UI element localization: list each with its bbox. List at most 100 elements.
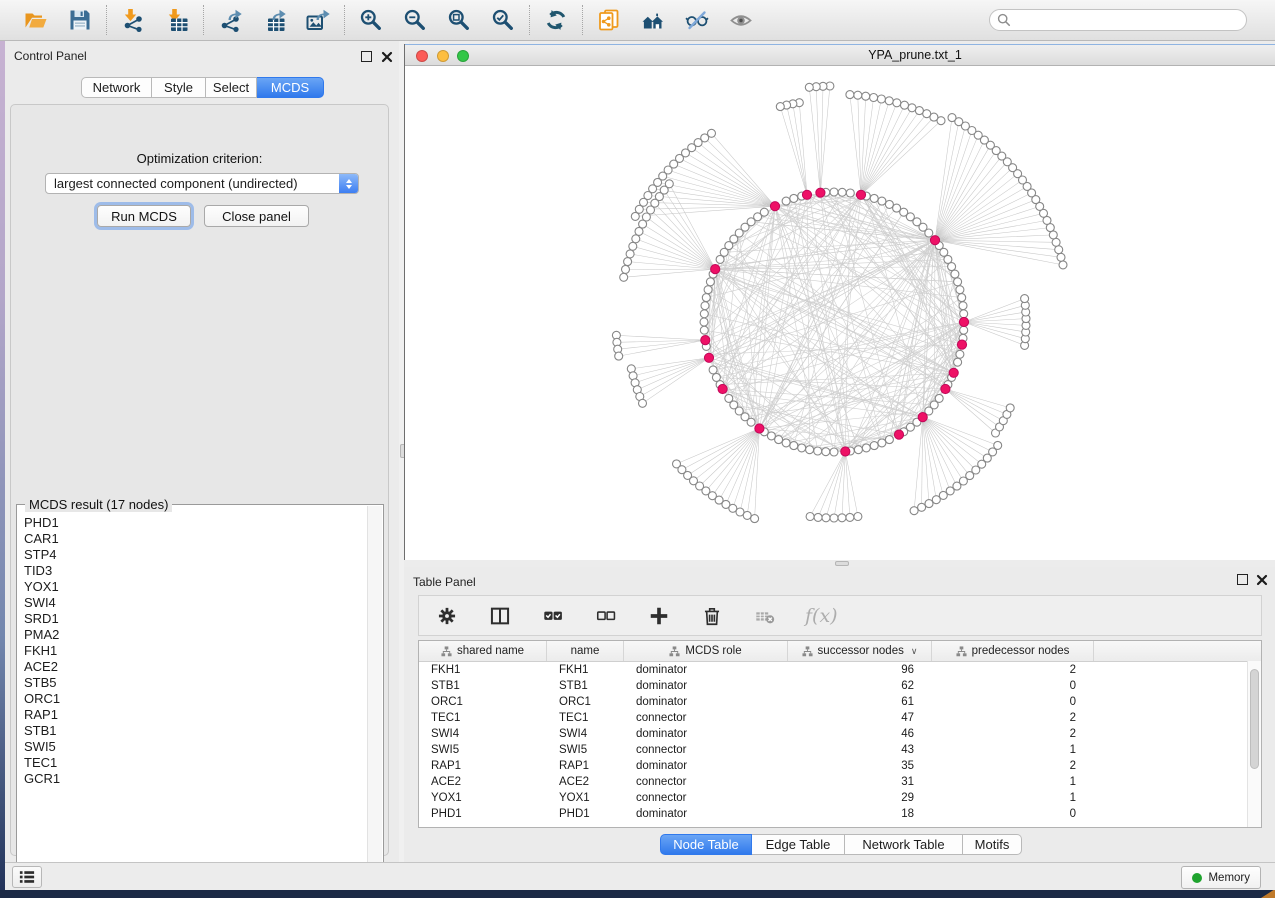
delete-table-button[interactable] (752, 603, 778, 629)
zoom-out-button[interactable] (402, 7, 428, 33)
horizontal-splitter-handle[interactable] (835, 561, 849, 566)
table-row[interactable]: RAP1RAP1dominator352 (419, 758, 1261, 774)
mcds-result-item[interactable]: STP4 (24, 547, 367, 563)
table-row[interactable]: TEC1TEC1connector472 (419, 710, 1261, 726)
mcds-result-item[interactable]: SRD1 (24, 611, 367, 627)
mcds-result-item[interactable]: TEC1 (24, 755, 367, 771)
mcds-result-item[interactable]: YOX1 (24, 579, 367, 595)
first-neighbors-button[interactable] (640, 7, 666, 33)
tab-style[interactable]: Style (152, 77, 206, 98)
cell-MCDS-role: dominator (624, 696, 788, 708)
float-panel-icon[interactable] (361, 51, 372, 62)
mcds-result-item[interactable]: ORC1 (24, 691, 367, 707)
tab-edge-table[interactable]: Edge Table (752, 834, 845, 855)
split-view-button[interactable] (487, 603, 513, 629)
mcds-result-item[interactable]: SWI5 (24, 739, 367, 755)
zoom-fit-button[interactable] (446, 7, 472, 33)
add-column-icon (648, 605, 670, 627)
table-scrollbar[interactable] (1247, 661, 1261, 827)
delete-column-button[interactable] (699, 603, 725, 629)
table-row[interactable]: SWI4SWI4dominator462 (419, 726, 1261, 742)
table-row[interactable]: ACE2ACE2connector311 (419, 774, 1261, 790)
control-panel-header: Control Panel (5, 41, 399, 71)
function-builder-button[interactable]: f(x) (805, 605, 838, 627)
save-icon (68, 8, 92, 32)
export-table-button[interactable] (261, 7, 287, 33)
zoom-fit-icon (447, 8, 471, 32)
horizontal-splitter[interactable] (404, 560, 1275, 567)
mcds-result-list[interactable]: PHD1CAR1STP4TID3YOX1SWI4SRD1PMA2FKH1ACE2… (18, 509, 367, 876)
close-panel-button[interactable]: Close panel (204, 205, 309, 227)
mcds-result-item[interactable]: SWI4 (24, 595, 367, 611)
run-mcds-button[interactable]: Run MCDS (97, 205, 191, 227)
mcds-result-item[interactable]: CAR1 (24, 531, 367, 547)
column-header-successor-nodes[interactable]: successor nodes∨ (788, 641, 932, 661)
criterion-dropdown[interactable]: largest connected component (undirected) (45, 173, 359, 194)
mcds-result-item[interactable]: STB5 (24, 675, 367, 691)
mcds-result-item[interactable]: FKH1 (24, 643, 367, 659)
table-scrollbar-thumb[interactable] (1250, 669, 1259, 769)
mcds-result-item[interactable]: RAP1 (24, 707, 367, 723)
tab-select[interactable]: Select (206, 77, 257, 98)
settings-button[interactable] (434, 603, 460, 629)
cell-predecessor-nodes: 2 (932, 712, 1094, 724)
zoom-out-icon (403, 8, 427, 32)
show-details-button[interactable] (728, 7, 754, 33)
cell-predecessor-nodes: 0 (932, 696, 1094, 708)
mcds-result-item[interactable]: ACE2 (24, 659, 367, 675)
select-all-button[interactable] (540, 603, 566, 629)
table-row[interactable]: SWI5SWI5connector431 (419, 742, 1261, 758)
float-table-panel-icon[interactable] (1237, 574, 1248, 585)
open-folder-button[interactable] (23, 7, 49, 33)
column-header-MCDS-role[interactable]: MCDS role (624, 641, 788, 661)
zoom-selected-button[interactable] (490, 7, 516, 33)
leaf-nodes[interactable] (612, 82, 1067, 523)
network-view-titlebar[interactable]: YPA_prune.txt_1 (405, 44, 1275, 66)
table-row[interactable]: PHD1PHD1dominator180 (419, 806, 1261, 822)
export-network-button[interactable] (217, 7, 243, 33)
table-row[interactable]: STB1STB1dominator620 (419, 678, 1261, 694)
sort-chevron-icon: ∨ (911, 646, 918, 657)
deselect-all-button[interactable] (593, 603, 619, 629)
cell-name: SWI4 (547, 728, 624, 740)
task-history-button[interactable] (12, 866, 42, 888)
add-column-button[interactable] (646, 603, 672, 629)
close-table-panel-icon[interactable] (1256, 573, 1268, 585)
column-header-shared-name[interactable]: shared name (419, 641, 547, 661)
tab-mcds[interactable]: MCDS (257, 77, 324, 98)
cell-name: PHD1 (547, 808, 624, 820)
tab-node-table[interactable]: Node Table (660, 834, 752, 855)
zoom-in-button[interactable] (358, 7, 384, 33)
mcds-result-item[interactable]: GCR1 (24, 771, 367, 787)
close-panel-icon[interactable] (381, 50, 393, 62)
mcds-result-item[interactable]: STB1 (24, 723, 367, 739)
save-button[interactable] (67, 7, 93, 33)
cell-successor-nodes: 47 (788, 712, 932, 724)
mcds-result-item[interactable]: TID3 (24, 563, 367, 579)
memory-button[interactable]: Memory (1181, 866, 1261, 889)
tab-motifs[interactable]: Motifs (963, 834, 1022, 855)
cell-predecessor-nodes: 1 (932, 792, 1094, 804)
mcds-result-item[interactable]: PHD1 (24, 515, 367, 531)
mcds-result-scrollbar[interactable] (367, 506, 382, 876)
network-graph[interactable] (405, 66, 1275, 560)
hide-details-button[interactable] (684, 7, 710, 33)
tab-network-table[interactable]: Network Table (845, 834, 963, 855)
refresh-button[interactable] (543, 7, 569, 33)
export-image-button[interactable] (305, 7, 331, 33)
column-header-name[interactable]: name (547, 641, 624, 661)
table-row[interactable]: ORC1ORC1dominator610 (419, 694, 1261, 710)
cell-MCDS-role: connector (624, 776, 788, 788)
cell-MCDS-role: connector (624, 712, 788, 724)
attribute-type-icon (956, 646, 967, 657)
import-table-button[interactable] (164, 7, 190, 33)
import-network-button[interactable] (120, 7, 146, 33)
network-canvas[interactable] (405, 66, 1275, 560)
table-row[interactable]: YOX1YOX1connector291 (419, 790, 1261, 806)
tab-network[interactable]: Network (81, 77, 152, 98)
mcds-result-item[interactable]: PMA2 (24, 627, 367, 643)
search-input[interactable] (989, 9, 1247, 31)
column-header-predecessor-nodes[interactable]: predecessor nodes (932, 641, 1094, 661)
clone-network-button[interactable] (596, 7, 622, 33)
table-row[interactable]: FKH1FKH1dominator962 (419, 662, 1261, 678)
